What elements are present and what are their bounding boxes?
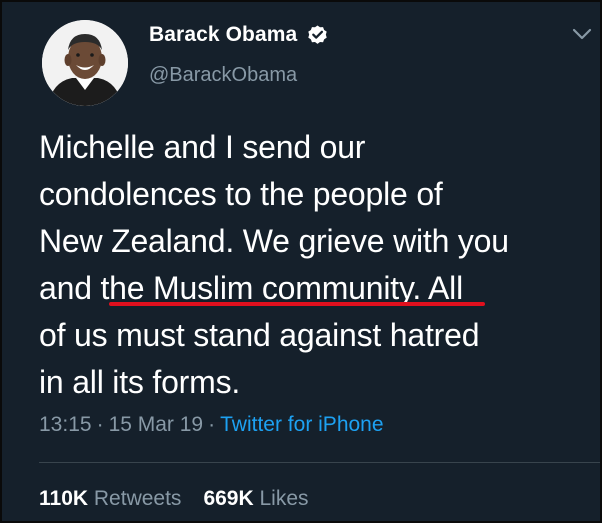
tweet-metadata: 13:15 · 15 Mar 19 · Twitter for iPhone <box>39 413 384 437</box>
retweets-stat[interactable]: 110K Retweets <box>39 487 181 510</box>
tweet-stats: 110K Retweets 669K Likes <box>39 487 309 511</box>
author-name-row: Barack Obama <box>149 22 329 48</box>
tweet-card: Barack Obama @BarackObama Michelle and I… <box>0 0 602 523</box>
meta-separator: · <box>208 413 216 436</box>
avatar[interactable] <box>42 20 128 106</box>
highlight-underline <box>109 302 485 306</box>
author-handle[interactable]: @BarackObama <box>149 64 297 87</box>
chevron-down-icon[interactable] <box>571 26 593 42</box>
likes-label: Likes <box>259 487 309 510</box>
meta-separator: · <box>96 413 104 436</box>
author-display-name[interactable]: Barack Obama <box>149 23 297 47</box>
tweet-text: Michelle and I send our condolences to t… <box>39 129 509 400</box>
likes-count: 669K <box>203 487 254 510</box>
likes-stat[interactable]: 669K Likes <box>203 487 308 510</box>
retweets-count: 110K <box>39 487 89 510</box>
verified-badge-icon <box>306 24 329 47</box>
tweet-source-link[interactable]: Twitter for iPhone <box>220 413 383 436</box>
retweets-label: Retweets <box>93 487 182 510</box>
avatar-image <box>42 20 128 106</box>
divider <box>39 462 600 463</box>
tweet-time: 13:15 <box>39 413 92 436</box>
tweet-date[interactable]: 15 Mar 19 <box>109 413 204 436</box>
